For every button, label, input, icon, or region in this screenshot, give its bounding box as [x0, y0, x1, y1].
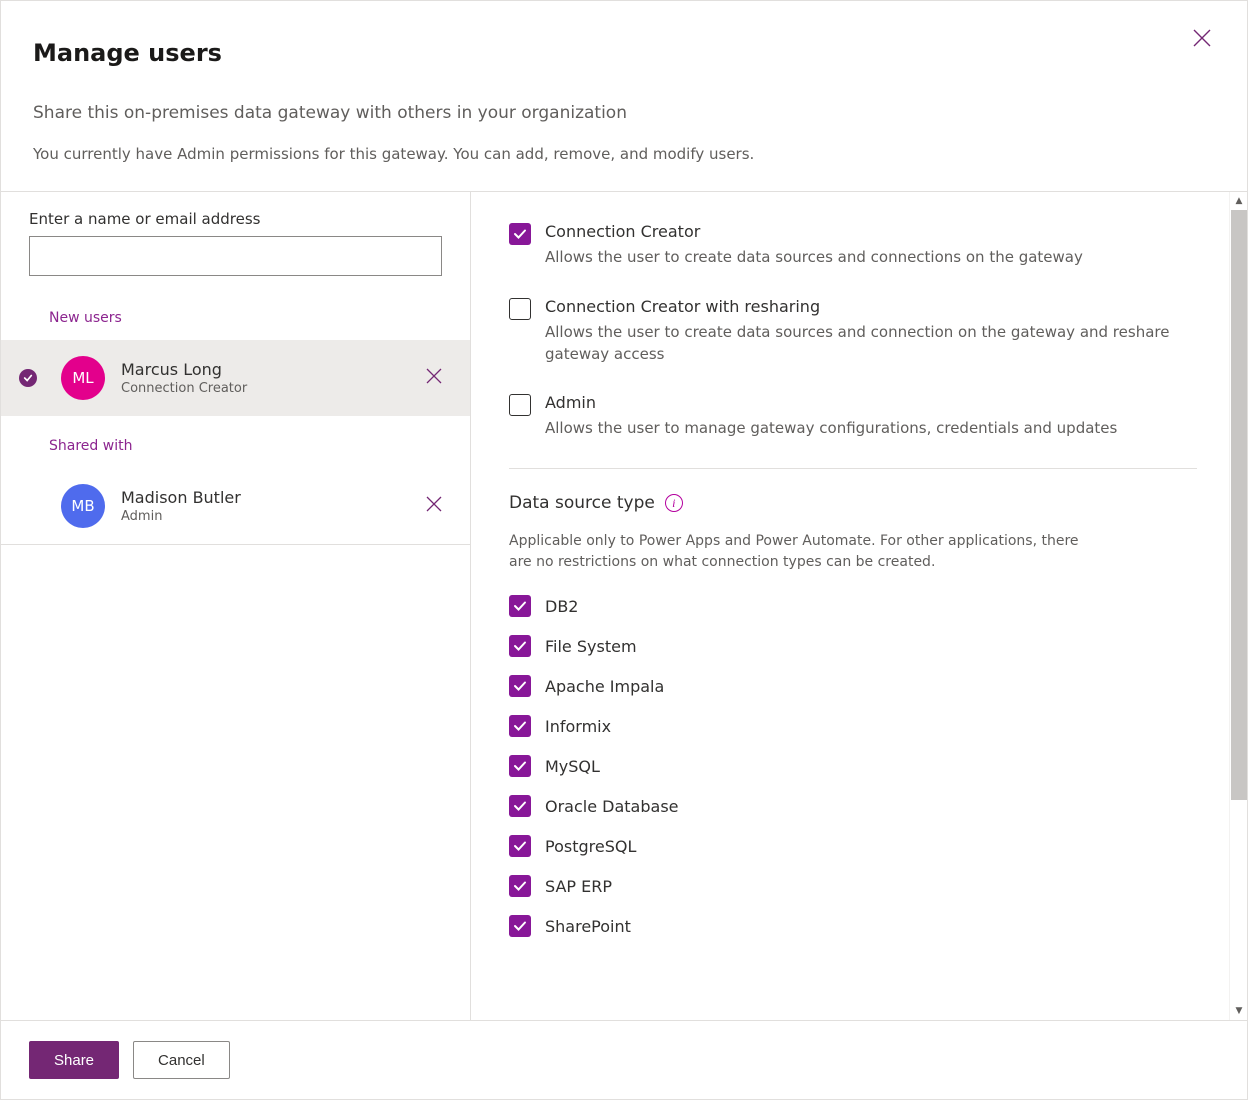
checkbox[interactable] — [509, 298, 531, 320]
data-source-type-label: SharePoint — [545, 917, 631, 936]
dialog-subtitle: Share this on-premises data gateway with… — [33, 103, 1215, 123]
data-source-type-item[interactable]: Informix — [509, 715, 1197, 737]
scroll-up-icon[interactable]: ▲ — [1230, 192, 1248, 210]
permission-title: Connection Creator — [545, 222, 1083, 241]
user-role: Connection Creator — [121, 381, 422, 396]
data-source-type-label: Apache Impala — [545, 677, 664, 696]
checkbox[interactable] — [509, 755, 531, 777]
data-source-type-label: Oracle Database — [545, 797, 679, 816]
checkbox[interactable] — [509, 915, 531, 937]
user-row-marcus-long[interactable]: ML Marcus Long Connection Creator — [1, 340, 470, 416]
data-source-type-label: MySQL — [545, 757, 600, 776]
scrollbar[interactable]: ▲ ▼ — [1229, 192, 1247, 1020]
divider — [509, 468, 1197, 469]
checkbox[interactable] — [509, 795, 531, 817]
permissions-pane: Connection Creator Allows the user to cr… — [471, 192, 1247, 1020]
dialog-footer: Share Cancel — [1, 1020, 1247, 1099]
remove-user-icon[interactable] — [422, 492, 446, 520]
dialog-header: Manage users Share this on-premises data… — [1, 1, 1247, 192]
permission-connection-creator[interactable]: Connection Creator Allows the user to cr… — [509, 222, 1197, 269]
search-label: Enter a name or email address — [29, 210, 442, 228]
remove-user-icon[interactable] — [422, 364, 446, 392]
permission-desc: Allows the user to create data sources a… — [545, 322, 1197, 366]
data-source-type-desc: Applicable only to Power Apps and Power … — [509, 531, 1099, 573]
new-users-section-label: New users — [1, 288, 470, 340]
data-source-type-label: PostgreSQL — [545, 837, 636, 856]
checkbox[interactable] — [509, 835, 531, 857]
data-source-type-item[interactable]: PostgreSQL — [509, 835, 1197, 857]
data-source-type-label: File System — [545, 637, 637, 656]
checkbox[interactable] — [509, 635, 531, 657]
data-source-type-item[interactable]: SharePoint — [509, 915, 1197, 937]
data-source-type-item[interactable]: MySQL — [509, 755, 1197, 777]
permission-desc: Allows the user to manage gateway config… — [545, 418, 1117, 440]
dialog-permissions-note: You currently have Admin permissions for… — [33, 145, 1215, 163]
permission-connection-creator-resharing[interactable]: Connection Creator with resharing Allows… — [509, 297, 1197, 366]
data-source-type-label: DB2 — [545, 597, 578, 616]
avatar: MB — [61, 484, 105, 528]
data-source-type-item[interactable]: SAP ERP — [509, 875, 1197, 897]
data-source-type-label: SAP ERP — [545, 877, 612, 896]
shared-with-section-label: Shared with — [1, 416, 470, 468]
user-name: Madison Butler — [121, 488, 422, 507]
checkbox[interactable] — [509, 675, 531, 697]
share-button[interactable]: Share — [29, 1041, 119, 1079]
permission-title: Connection Creator with resharing — [545, 297, 1197, 316]
scroll-down-icon[interactable]: ▼ — [1230, 1002, 1248, 1020]
checkmark-icon — [19, 369, 37, 387]
dialog-content: Enter a name or email address New users … — [1, 192, 1247, 1020]
scrollbar-thumb[interactable] — [1231, 210, 1247, 800]
manage-users-dialog: Manage users Share this on-premises data… — [0, 0, 1248, 1100]
user-name: Marcus Long — [121, 360, 422, 379]
search-input[interactable] — [29, 236, 442, 276]
checkbox[interactable] — [509, 715, 531, 737]
checkbox[interactable] — [509, 223, 531, 245]
user-role: Admin — [121, 509, 422, 524]
close-icon[interactable] — [1193, 29, 1211, 51]
data-source-type-item[interactable]: Apache Impala — [509, 675, 1197, 697]
cancel-button[interactable]: Cancel — [133, 1041, 230, 1079]
data-source-type-item[interactable]: File System — [509, 635, 1197, 657]
dialog-title: Manage users — [33, 39, 1215, 67]
checkbox[interactable] — [509, 394, 531, 416]
permission-desc: Allows the user to create data sources a… — [545, 247, 1083, 269]
users-pane: Enter a name or email address New users … — [1, 192, 471, 1020]
checkbox[interactable] — [509, 595, 531, 617]
avatar: ML — [61, 356, 105, 400]
data-source-type-list: DB2 File System Apache Impala Informix MySQL… — [509, 595, 1197, 937]
data-source-type-item[interactable]: DB2 — [509, 595, 1197, 617]
checkbox[interactable] — [509, 875, 531, 897]
data-source-type-heading: Data source type — [509, 493, 655, 513]
permission-title: Admin — [545, 393, 1117, 412]
user-row-madison-butler[interactable]: MB Madison Butler Admin — [1, 468, 470, 545]
info-icon[interactable]: i — [665, 494, 683, 512]
data-source-type-item[interactable]: Oracle Database — [509, 795, 1197, 817]
data-source-type-label: Informix — [545, 717, 611, 736]
permission-admin[interactable]: Admin Allows the user to manage gateway … — [509, 393, 1197, 440]
